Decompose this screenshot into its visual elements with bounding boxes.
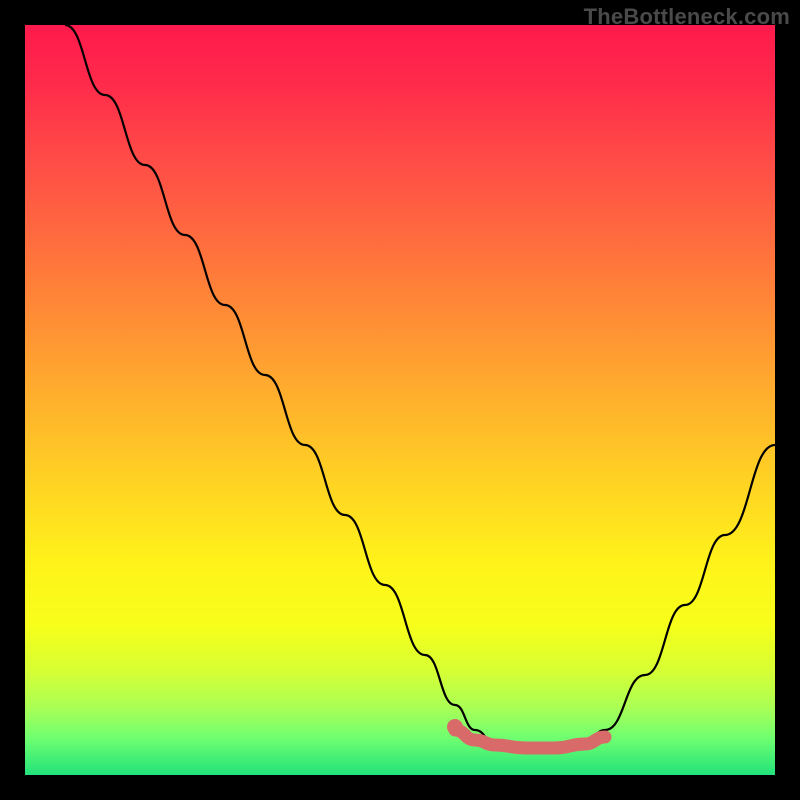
watermark-text: TheBottleneck.com (584, 4, 790, 30)
bottleneck-curve (65, 25, 775, 750)
highlight-dot (447, 719, 463, 735)
chart-svg (25, 25, 775, 775)
plot-area (25, 25, 775, 775)
highlight-segment (455, 730, 605, 748)
outer-frame: TheBottleneck.com (0, 0, 800, 800)
